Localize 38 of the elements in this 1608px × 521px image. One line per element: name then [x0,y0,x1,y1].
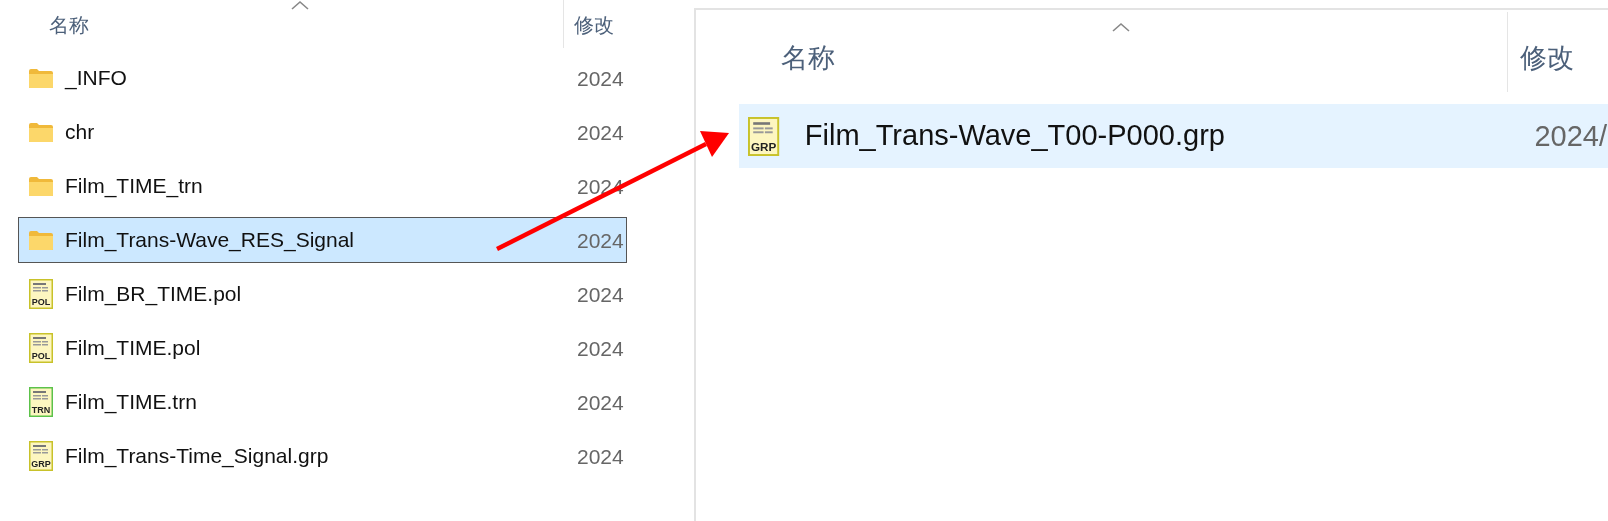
file-row[interactable]: _INFO 2024 [18,55,627,101]
file-name: Film_BR_TIME.pol [65,282,243,306]
file-row[interactable]: POL Film_TIME.pol 2024 [18,325,627,371]
file-row[interactable]: GRP Film_Trans-Wave_T00-P000.grp 2024/ [739,104,1608,168]
file-row[interactable]: GRP Film_Trans-Time_Signal.grp 2024 [18,433,627,479]
document-icon: TRN [29,387,53,417]
file-name: Film_Trans-Wave_RES_Signal [65,228,356,252]
file-row[interactable]: POL Film_BR_TIME.pol 2024 [18,271,627,317]
date-text: 2024 [577,391,624,413]
folder-icon [28,121,54,143]
document-icon: GRP [748,116,780,156]
document-icon: GRP [29,441,53,471]
folder-icon [28,67,54,89]
file-row[interactable]: TRN Film_TIME.trn 2024 [18,379,627,425]
date-text: 2024/ [1534,121,1607,151]
file-name: Film_Trans-Time_Signal.grp [65,444,330,468]
column-header[interactable]: 修改 [1520,40,1574,76]
folder-icon [28,175,54,197]
date-text: 2024 [577,445,624,467]
date-text: 2024 [577,67,624,89]
file-name: Film_TIME.pol [65,336,202,360]
file-row[interactable]: Film_Trans-Wave_RES_Signal 2024 [18,217,627,263]
file-name: _INFO [65,66,128,90]
file-name: Film_Trans-Wave_T00-P000.grp [804,120,1226,152]
date-text: 2024 [577,121,624,143]
document-icon: POL [29,333,53,363]
folder-icon [28,229,54,251]
file-name: Film_TIME_trn [65,174,204,198]
file-name: Film_TIME.trn [65,390,198,414]
column-header[interactable]: 名称 [49,12,89,39]
file-name: chr [65,120,96,144]
date-text: 2024 [577,283,624,305]
column-header[interactable]: 名称 [781,40,835,76]
document-icon: POL [29,279,53,309]
date-text: 2024 [577,229,624,251]
column-header[interactable]: 修改 [574,12,614,39]
date-text: 2024 [577,337,624,359]
file-row[interactable]: chr 2024 [18,109,627,155]
